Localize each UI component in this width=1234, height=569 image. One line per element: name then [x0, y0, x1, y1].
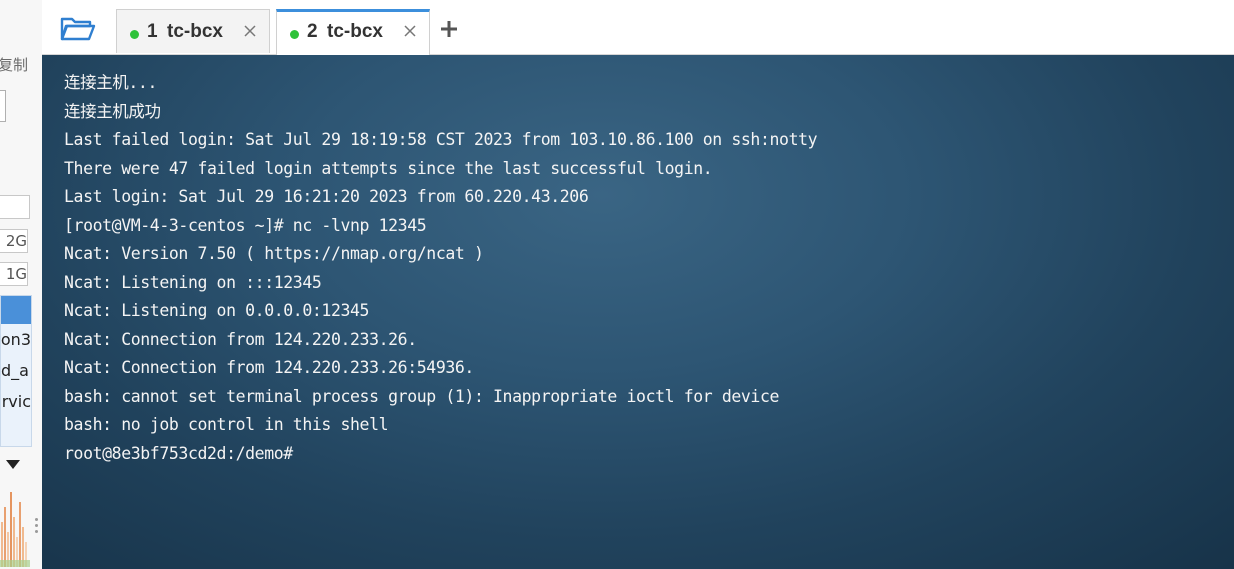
- tab-number: 1: [147, 21, 158, 42]
- terminal-prompt-line[interactable]: root@8e3bf753cd2d:/demo#: [64, 440, 817, 469]
- tab-label: tc-bcx: [167, 21, 223, 42]
- usage-sparkline-icon: [0, 492, 30, 567]
- terminal-line: There were 47 failed login attempts sinc…: [64, 158, 713, 178]
- size-value: 1G: [0, 262, 28, 286]
- terminal-line: Last failed login: Sat Jul 29 18:19:58 C…: [64, 130, 818, 149]
- dropdown-arrow-icon[interactable]: [6, 460, 20, 469]
- terminal-line: Ncat: Listening on :::12345: [64, 272, 322, 292]
- side-input-box[interactable]: [0, 90, 6, 122]
- tab-number: 2: [307, 21, 318, 42]
- connected-status-dot-icon: [130, 30, 139, 39]
- terminal-line: Ncat: Version 7.50 ( https://nmap.org/nc…: [64, 244, 484, 263]
- size-value: 2G: [0, 229, 28, 253]
- tab-label: tc-bcx: [327, 21, 383, 42]
- list-item[interactable]: ervic: [1, 386, 31, 417]
- process-list-selected-row[interactable]: [1, 296, 31, 324]
- list-item[interactable]: d_a: [1, 355, 31, 386]
- terminal-output-area[interactable]: 连接主机... 连接主机成功 Last failed login: Sat Ju…: [42, 55, 1234, 569]
- terminal-line: Ncat: Connection from 124.220.233.26:549…: [64, 358, 474, 377]
- list-item[interactable]: on3: [1, 324, 31, 355]
- terminal-line: Last login: Sat Jul 29 16:21:20 2023 fro…: [64, 187, 589, 206]
- copy-label[interactable]: 复制: [0, 54, 28, 75]
- process-list[interactable]: on3 d_a ervic: [0, 295, 32, 447]
- terminal-line: Ncat: Listening on 0.0.0.0:12345: [64, 301, 370, 320]
- open-folder-icon[interactable]: [60, 14, 96, 44]
- splitter-handle-icon[interactable]: [35, 518, 39, 536]
- terminal-line: 连接主机成功: [64, 101, 161, 121]
- left-side-panel: 复制 2G 1G on3 d_a ervic: [0, 0, 43, 569]
- side-field[interactable]: [0, 195, 30, 219]
- connected-status-dot-icon: [290, 30, 299, 39]
- close-icon[interactable]: [403, 24, 417, 38]
- terminal-lines: 连接主机... 连接主机成功 Last failed login: Sat Ju…: [64, 69, 818, 469]
- tab-session-2[interactable]: 2 tc-bcx: [276, 9, 430, 55]
- terminal-line: Ncat: Connection from 124.220.233.26.: [64, 329, 417, 349]
- terminal-line: bash: cannot set terminal process group …: [64, 386, 780, 406]
- add-tab-plus-icon[interactable]: [440, 20, 458, 38]
- session-tab-bar: 1 tc-bcx 2 tc-bcx: [42, 0, 1234, 55]
- app-window: 复制 2G 1G on3 d_a ervic: [0, 0, 1234, 569]
- close-icon[interactable]: [243, 24, 257, 38]
- terminal-line: 连接主机...: [64, 73, 158, 92]
- terminal-line: [root@VM-4-3-centos ~]# nc -lvnp 12345: [64, 215, 427, 235]
- tab-session-1[interactable]: 1 tc-bcx: [116, 9, 270, 53]
- terminal-line: bash: no job control in this shell: [64, 415, 389, 434]
